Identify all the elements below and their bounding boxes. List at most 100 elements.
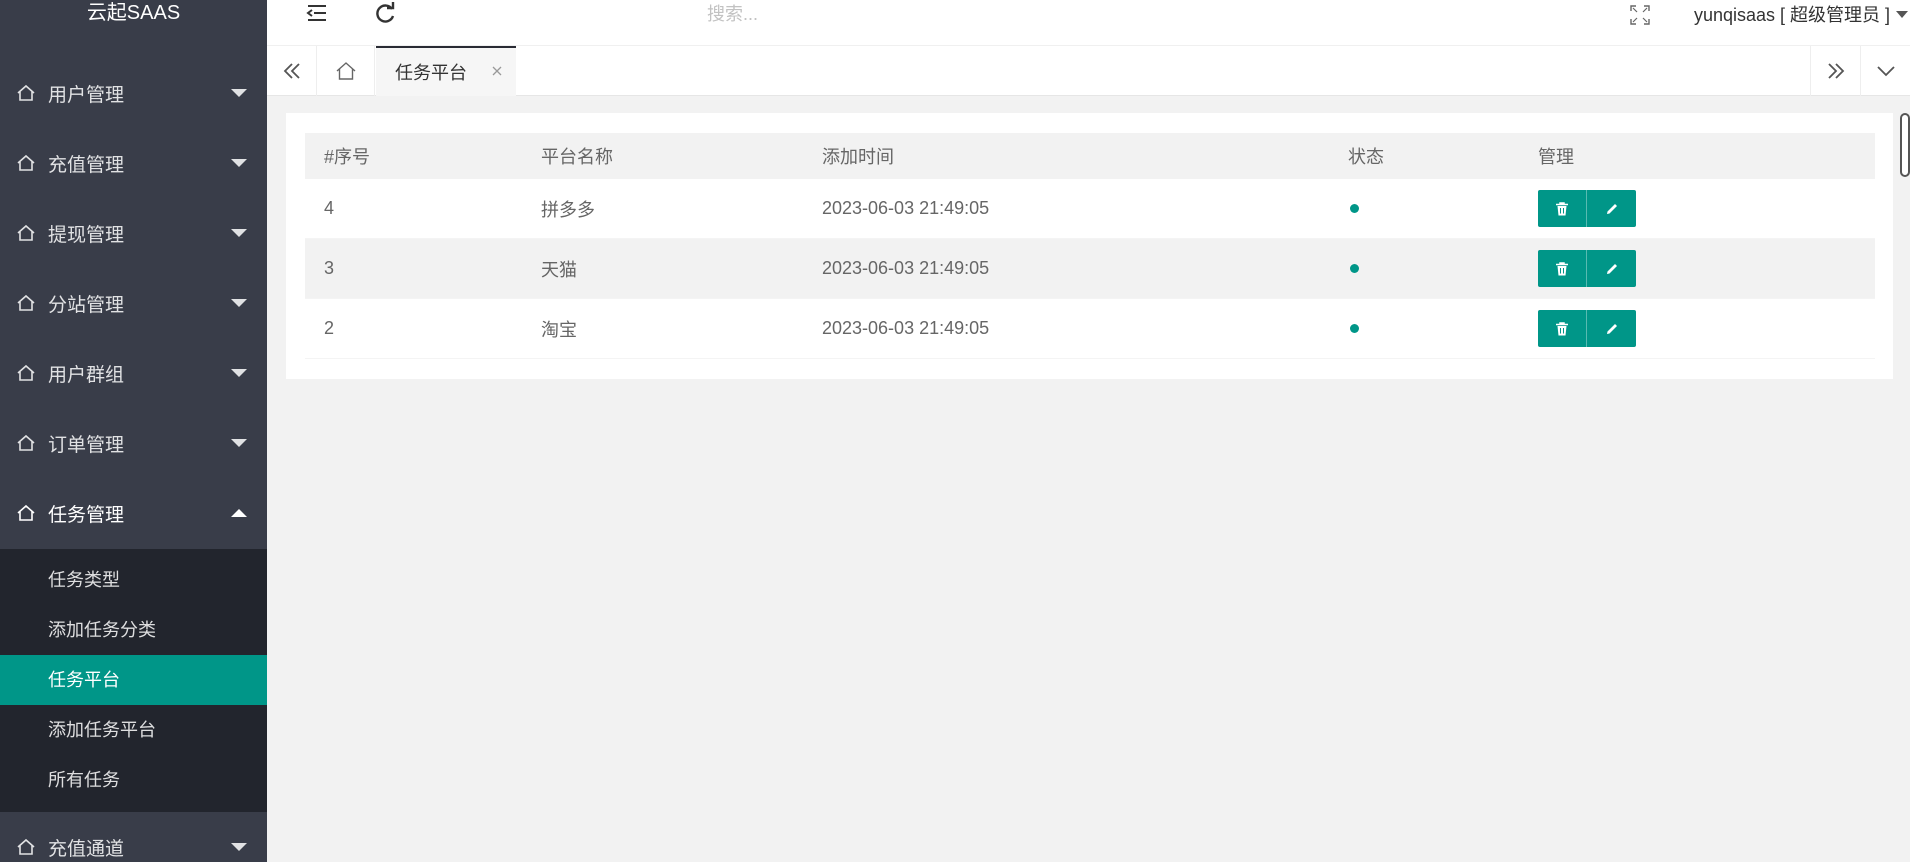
tabs-dropdown-button[interactable] bbox=[1860, 46, 1910, 96]
row-id: 2 bbox=[324, 318, 335, 338]
tab-title: 任务平台 bbox=[395, 63, 467, 83]
home-icon bbox=[17, 294, 35, 311]
home-icon bbox=[17, 84, 35, 101]
delete-button[interactable] bbox=[1538, 250, 1587, 287]
sidebar: 云起SAAS 用户管理 充值管理 提现管理 分站管理 用户群组 订单管理 任务管… bbox=[0, 0, 267, 862]
tabs-bar: 任务平台 bbox=[267, 45, 1910, 96]
sidebar-item-user-management[interactable]: 用户管理 bbox=[0, 58, 267, 128]
chevron-down-icon bbox=[231, 159, 247, 167]
sidebar-item-withdraw-management[interactable]: 提现管理 bbox=[0, 198, 267, 268]
table-row: 3 天猫 2023-06-03 21:49:05 bbox=[305, 239, 1875, 299]
row-status bbox=[1348, 239, 1359, 298]
fullscreen-icon[interactable] bbox=[1625, 0, 1655, 30]
task-submenu: 任务类型 添加任务分类 任务平台 添加任务平台 所有任务 bbox=[0, 549, 267, 812]
home-icon bbox=[17, 364, 35, 381]
delete-button[interactable] bbox=[1538, 310, 1587, 347]
sidebar-item-label: 用户群组 bbox=[48, 364, 125, 386]
pencil-icon bbox=[1606, 263, 1617, 274]
chevron-down-icon bbox=[231, 89, 247, 97]
tabs-scroll-left-button[interactable] bbox=[267, 46, 317, 96]
app-logo: 云起SAAS bbox=[86, 2, 181, 24]
trash-icon bbox=[1556, 261, 1568, 275]
tabs-scroll-right-button[interactable] bbox=[1810, 46, 1860, 96]
pencil-icon bbox=[1606, 203, 1617, 214]
row-id: 4 bbox=[324, 198, 335, 218]
row-id: 3 bbox=[324, 258, 335, 278]
status-dot bbox=[1350, 264, 1359, 273]
tab-task-platform[interactable]: 任务平台 bbox=[376, 46, 516, 96]
home-icon bbox=[17, 434, 35, 451]
home-icon bbox=[17, 154, 35, 171]
delete-button[interactable] bbox=[1538, 190, 1587, 227]
row-actions bbox=[1538, 299, 1636, 358]
sidebar-item-task-management[interactable]: 任务管理 bbox=[0, 478, 267, 548]
sidebar-item-label: 充值管理 bbox=[48, 154, 125, 176]
chevron-down-icon bbox=[231, 843, 247, 851]
home-icon bbox=[17, 224, 35, 241]
column-header-name: 平台名称 bbox=[541, 147, 613, 167]
double-chevron-right-icon bbox=[1827, 63, 1844, 79]
edit-button[interactable] bbox=[1587, 190, 1636, 227]
top-header: yunqisaas [ 超级管理员 ] bbox=[267, 0, 1910, 45]
tab-home[interactable] bbox=[317, 46, 375, 96]
sidebar-item-label: 任务管理 bbox=[48, 504, 125, 526]
submenu-item-all-tasks[interactable]: 所有任务 bbox=[0, 755, 267, 805]
row-actions bbox=[1538, 239, 1636, 298]
chevron-down-icon bbox=[231, 369, 247, 377]
row-name: 淘宝 bbox=[541, 319, 577, 340]
chevron-up-icon bbox=[231, 509, 247, 517]
submenu-item-add-task-category[interactable]: 添加任务分类 bbox=[0, 605, 267, 655]
chevron-down-icon bbox=[231, 229, 247, 237]
sidebar-item-label: 分站管理 bbox=[48, 294, 125, 316]
submenu-item-add-task-platform[interactable]: 添加任务平台 bbox=[0, 705, 267, 755]
row-status bbox=[1348, 299, 1359, 358]
submenu-item-task-platform[interactable]: 任务平台 bbox=[0, 655, 267, 705]
chevron-down-icon bbox=[231, 439, 247, 447]
sidebar-item-label: 充值通道 bbox=[48, 838, 125, 860]
column-header-status: 状态 bbox=[1348, 147, 1384, 167]
status-dot bbox=[1350, 324, 1359, 333]
trash-icon bbox=[1556, 201, 1568, 215]
column-header-time: 添加时间 bbox=[822, 147, 894, 167]
sidebar-item-label: 提现管理 bbox=[48, 224, 125, 246]
sidebar-item-order-management[interactable]: 订单管理 bbox=[0, 408, 267, 478]
menu-collapse-icon[interactable] bbox=[302, 0, 332, 30]
sidebar-item-recharge-channel[interactable]: 充值通道 bbox=[0, 812, 267, 862]
edit-button[interactable] bbox=[1587, 250, 1636, 287]
trash-icon bbox=[1556, 321, 1568, 335]
row-time: 2023-06-03 21:49:05 bbox=[822, 258, 990, 278]
row-name: 天猫 bbox=[541, 259, 577, 280]
pencil-icon bbox=[1606, 323, 1617, 334]
row-time: 2023-06-03 21:49:05 bbox=[822, 318, 990, 338]
page-scrollbar[interactable] bbox=[1900, 113, 1910, 177]
column-header-manage: 管理 bbox=[1538, 147, 1574, 167]
row-time: 2023-06-03 21:49:05 bbox=[822, 198, 990, 218]
sidebar-item-substation-management[interactable]: 分站管理 bbox=[0, 268, 267, 338]
user-menu[interactable]: yunqisaas [ 超级管理员 ] bbox=[1694, 0, 1910, 28]
table-row: 2 淘宝 2023-06-03 21:49:05 bbox=[305, 299, 1875, 359]
row-status bbox=[1348, 179, 1359, 238]
double-chevron-left-icon bbox=[283, 63, 300, 79]
table-header: #序号 平台名称 添加时间 状态 管理 bbox=[305, 133, 1875, 179]
content-card: #序号 平台名称 添加时间 状态 管理 4 拼多多 2023-06-03 21:… bbox=[286, 113, 1893, 379]
column-header-id: #序号 bbox=[324, 147, 371, 167]
user-name: yunqisaas [ 超级管理员 ] bbox=[1693, 5, 1890, 25]
sidebar-item-user-groups[interactable]: 用户群组 bbox=[0, 338, 267, 408]
platform-table: #序号 平台名称 添加时间 状态 管理 4 拼多多 2023-06-03 21:… bbox=[305, 133, 1875, 359]
refresh-icon[interactable] bbox=[371, 0, 401, 30]
chevron-down-icon bbox=[231, 299, 247, 307]
sidebar-item-label: 订单管理 bbox=[48, 434, 125, 456]
search-input[interactable] bbox=[707, 0, 967, 28]
sidebar-item-label: 用户管理 bbox=[48, 84, 125, 106]
home-icon bbox=[336, 62, 355, 80]
row-actions bbox=[1538, 179, 1636, 238]
chevron-down-icon bbox=[1896, 10, 1908, 18]
edit-button[interactable] bbox=[1587, 310, 1636, 347]
sidebar-item-recharge-management[interactable]: 充值管理 bbox=[0, 128, 267, 198]
table-row: 4 拼多多 2023-06-03 21:49:05 bbox=[305, 179, 1875, 239]
status-dot bbox=[1350, 204, 1359, 213]
home-icon bbox=[17, 838, 35, 855]
home-icon bbox=[17, 504, 35, 521]
close-icon[interactable] bbox=[490, 64, 504, 78]
submenu-item-task-types[interactable]: 任务类型 bbox=[0, 555, 267, 605]
